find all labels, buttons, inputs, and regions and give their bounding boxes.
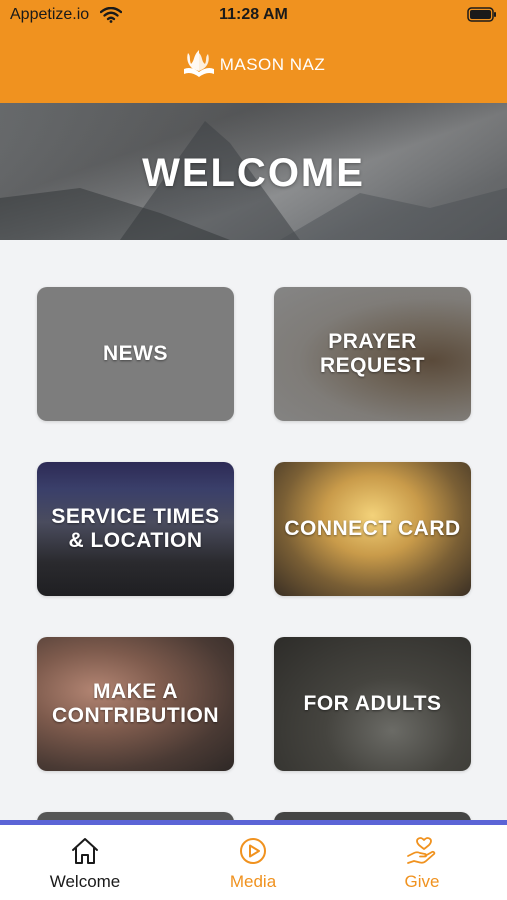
tab-media-label: Media	[229, 872, 277, 891]
tab-welcome-label: Welcome	[49, 872, 121, 891]
service-times-card-label: SERVICE TIMES & LOCATION	[51, 505, 220, 552]
for-adults-card[interactable]: FOR ADULTS	[274, 637, 471, 771]
brand-name: MASON NAZ	[219, 55, 326, 74]
page-title: WELCOME	[142, 151, 365, 195]
flame-book-logo-icon	[182, 47, 216, 83]
prayer-request-card[interactable]: PRAYER REQUEST	[274, 287, 471, 421]
heart-hand-icon	[362, 835, 482, 867]
for-adults-card-label: FOR ADULTS	[303, 692, 442, 715]
status-time: 11:28 AM	[219, 6, 288, 23]
connect-card-card[interactable]: CONNECT CARD	[274, 462, 471, 596]
tab-bar: Welcome Media Give	[0, 820, 507, 900]
tab-welcome[interactable]: Welcome	[25, 835, 145, 892]
service-times-card[interactable]: SERVICE TIMES & LOCATION	[37, 462, 234, 596]
tab-give[interactable]: Give	[362, 835, 482, 892]
make-contribution-card-label: MAKE A CONTRIBUTION	[52, 680, 219, 727]
app-header: Appetize.io 11:28 AM MASON NAZ	[0, 0, 507, 103]
news-card[interactable]: NEWS	[37, 287, 234, 421]
news-card-label: NEWS	[103, 342, 168, 365]
tab-give-label: Give	[404, 872, 440, 891]
welcome-banner: WELCOME	[0, 103, 507, 240]
prayer-request-card-label: PRAYER REQUEST	[319, 330, 425, 377]
brand-logo: MASON NAZ	[0, 48, 507, 82]
connect-card-label: CONNECT CARD	[284, 517, 461, 540]
tab-media[interactable]: Media	[193, 835, 313, 892]
make-contribution-card[interactable]: MAKE A CONTRIBUTION	[37, 637, 234, 771]
status-bar: Appetize.io 11:28 AM	[0, 0, 507, 32]
battery-icon	[467, 7, 497, 27]
play-circle-icon	[193, 835, 313, 867]
home-icon	[25, 835, 145, 867]
